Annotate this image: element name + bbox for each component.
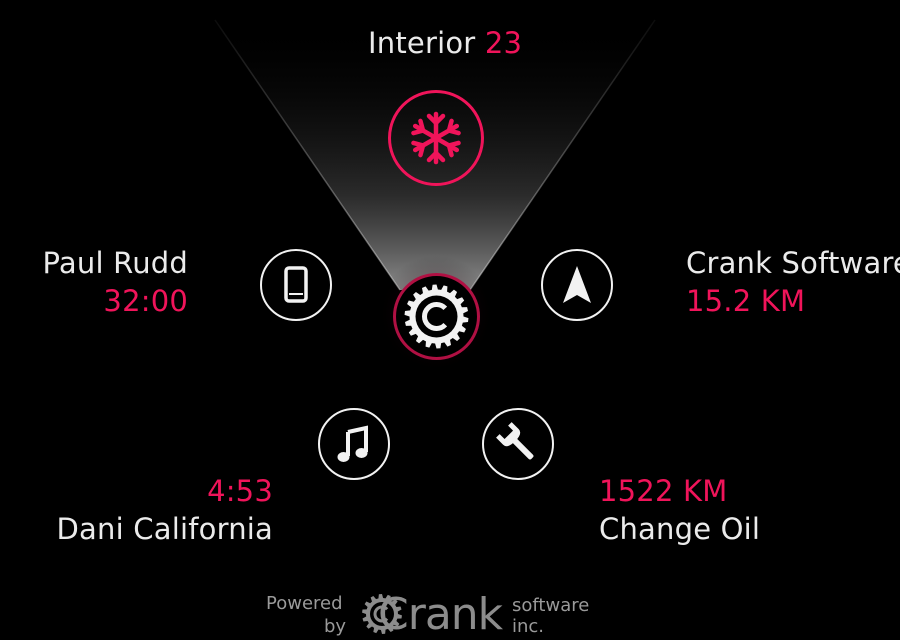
software-label: software — [512, 595, 590, 616]
music-note-icon — [337, 425, 368, 462]
inc-label: inc. — [512, 616, 545, 637]
phone-icon — [284, 266, 308, 303]
music-button[interactable] — [318, 408, 390, 480]
dashboard-stage: Interior 23 Paul Rudd 32:00 Crank Softwa… — [0, 0, 900, 640]
snowflake-icon — [411, 111, 461, 165]
climate-label: Interior — [368, 26, 476, 60]
maintenance-button[interactable] — [482, 408, 554, 480]
climate-readout: Interior 23 — [368, 26, 522, 60]
call-duration: 32:00 — [103, 284, 188, 318]
navigation-button[interactable] — [541, 249, 613, 321]
climate-button[interactable] — [388, 90, 484, 186]
by-label: by — [324, 616, 347, 637]
crank-brand-text: Crank — [378, 589, 503, 640]
wrench-icon — [496, 422, 534, 460]
powered-label: Powered — [266, 593, 343, 614]
destination-distance: 15.2 KM — [686, 284, 806, 318]
phone-button[interactable] — [260, 249, 332, 321]
track-title: Dani California — [56, 512, 273, 546]
track-time: 4:53 — [207, 474, 273, 508]
destination-name: Crank Software — [686, 246, 900, 280]
navigation-arrow-icon — [563, 266, 591, 303]
service-distance: 1522 KM — [599, 474, 728, 508]
service-task: Change Oil — [599, 512, 761, 546]
caller-name: Paul Rudd — [42, 246, 188, 280]
crank-logo-icon — [404, 284, 469, 349]
crank-hub-button[interactable] — [393, 273, 480, 360]
climate-temperature: 23 — [484, 26, 523, 60]
